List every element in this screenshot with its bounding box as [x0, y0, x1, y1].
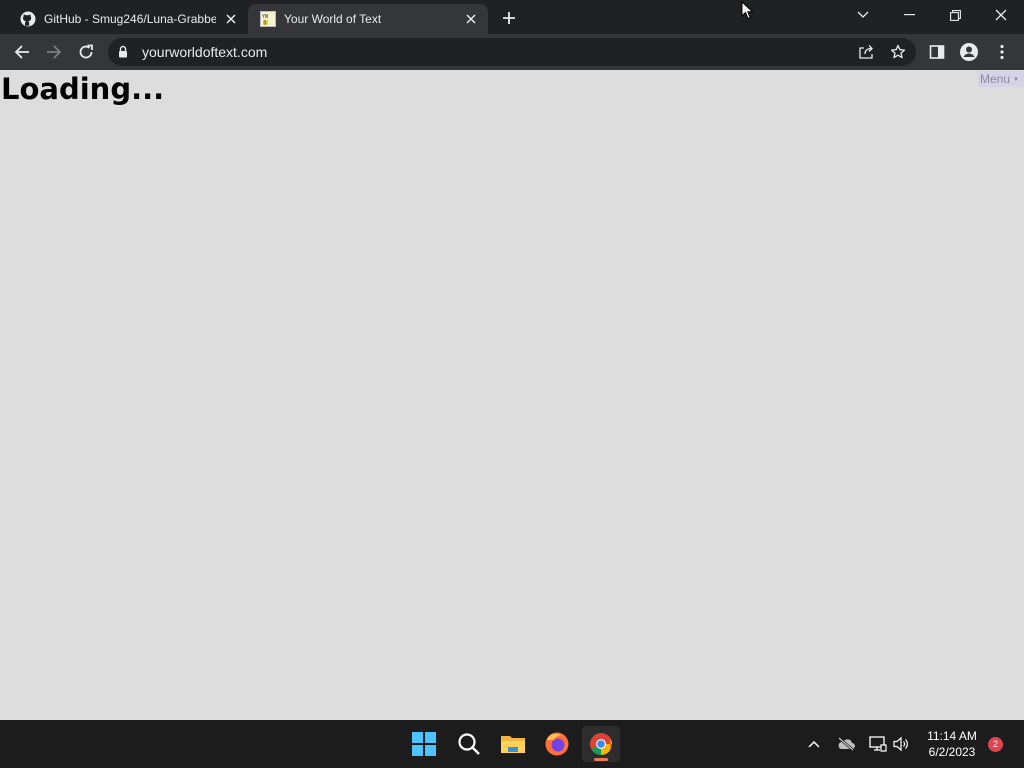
active-app-indicator [594, 758, 608, 761]
windows-start-icon[interactable] [408, 728, 440, 760]
side-panel-button[interactable] [923, 38, 951, 66]
clock-time: 11:14 AM [927, 729, 977, 743]
onedrive-offline-icon[interactable] [836, 734, 856, 754]
tab-title: Your World of Text [284, 12, 382, 26]
bookmark-star-icon[interactable] [886, 40, 910, 64]
tab-yourworldoftext[interactable]: YW O Your World of Text [248, 4, 488, 34]
volume-icon[interactable] [891, 734, 911, 754]
search-icon[interactable] [453, 728, 485, 760]
share-icon[interactable] [854, 40, 878, 64]
network-icon[interactable] [868, 734, 888, 754]
show-hidden-icons-chevron-icon[interactable] [804, 734, 824, 754]
browser-toolbar: yourworldoftext.com [0, 34, 1024, 70]
close-tab-icon[interactable] [462, 10, 480, 28]
chrome-icon[interactable] [582, 726, 620, 762]
new-tab-button[interactable] [498, 7, 520, 29]
more-menu-icon[interactable] [988, 38, 1016, 66]
menu-label: Menu [980, 72, 1011, 86]
minimize-button[interactable] [886, 0, 932, 30]
tab-search-button[interactable] [840, 0, 886, 30]
reload-button[interactable] [72, 38, 100, 66]
address-text[interactable]: yourworldoftext.com [142, 38, 267, 66]
lock-icon[interactable] [118, 45, 128, 63]
menu-button[interactable]: Menu ▼ [978, 71, 1024, 87]
tab-strip: GitHub - Smug246/Luna-Grabber YW O Your W… [0, 0, 1024, 34]
tab-github[interactable]: GitHub - Smug246/Luna-Grabber [8, 4, 248, 34]
close-tab-icon[interactable] [222, 10, 240, 28]
profile-icon[interactable] [955, 38, 983, 66]
restore-button[interactable] [932, 0, 978, 30]
address-bar[interactable]: yourworldoftext.com [108, 38, 916, 66]
taskbar-clock[interactable]: 11:14 AM 6/2/2023 [918, 728, 986, 760]
github-icon [20, 11, 36, 27]
svg-text:YW: YW [262, 14, 269, 20]
firefox-icon[interactable] [541, 728, 573, 760]
page-content: Loading... Menu ▼ [0, 70, 1024, 720]
svg-text:O: O [264, 21, 267, 27]
menu-arrow-icon: ▼ [1013, 76, 1019, 83]
yourworldoftext-favicon: YW O [260, 11, 276, 27]
file-explorer-icon[interactable] [497, 728, 529, 760]
loading-heading: Loading... [1, 72, 165, 106]
taskbar: 11:14 AM 6/2/2023 [0, 720, 1024, 768]
forward-button[interactable] [40, 38, 68, 66]
tab-title: GitHub - Smug246/Luna-Grabber [44, 12, 216, 26]
clock-date: 6/2/2023 [928, 745, 976, 759]
mouse-cursor-icon [741, 0, 754, 25]
notification-badge[interactable]: 2 [988, 737, 1003, 752]
close-window-button[interactable] [978, 0, 1024, 30]
back-button[interactable] [8, 38, 36, 66]
